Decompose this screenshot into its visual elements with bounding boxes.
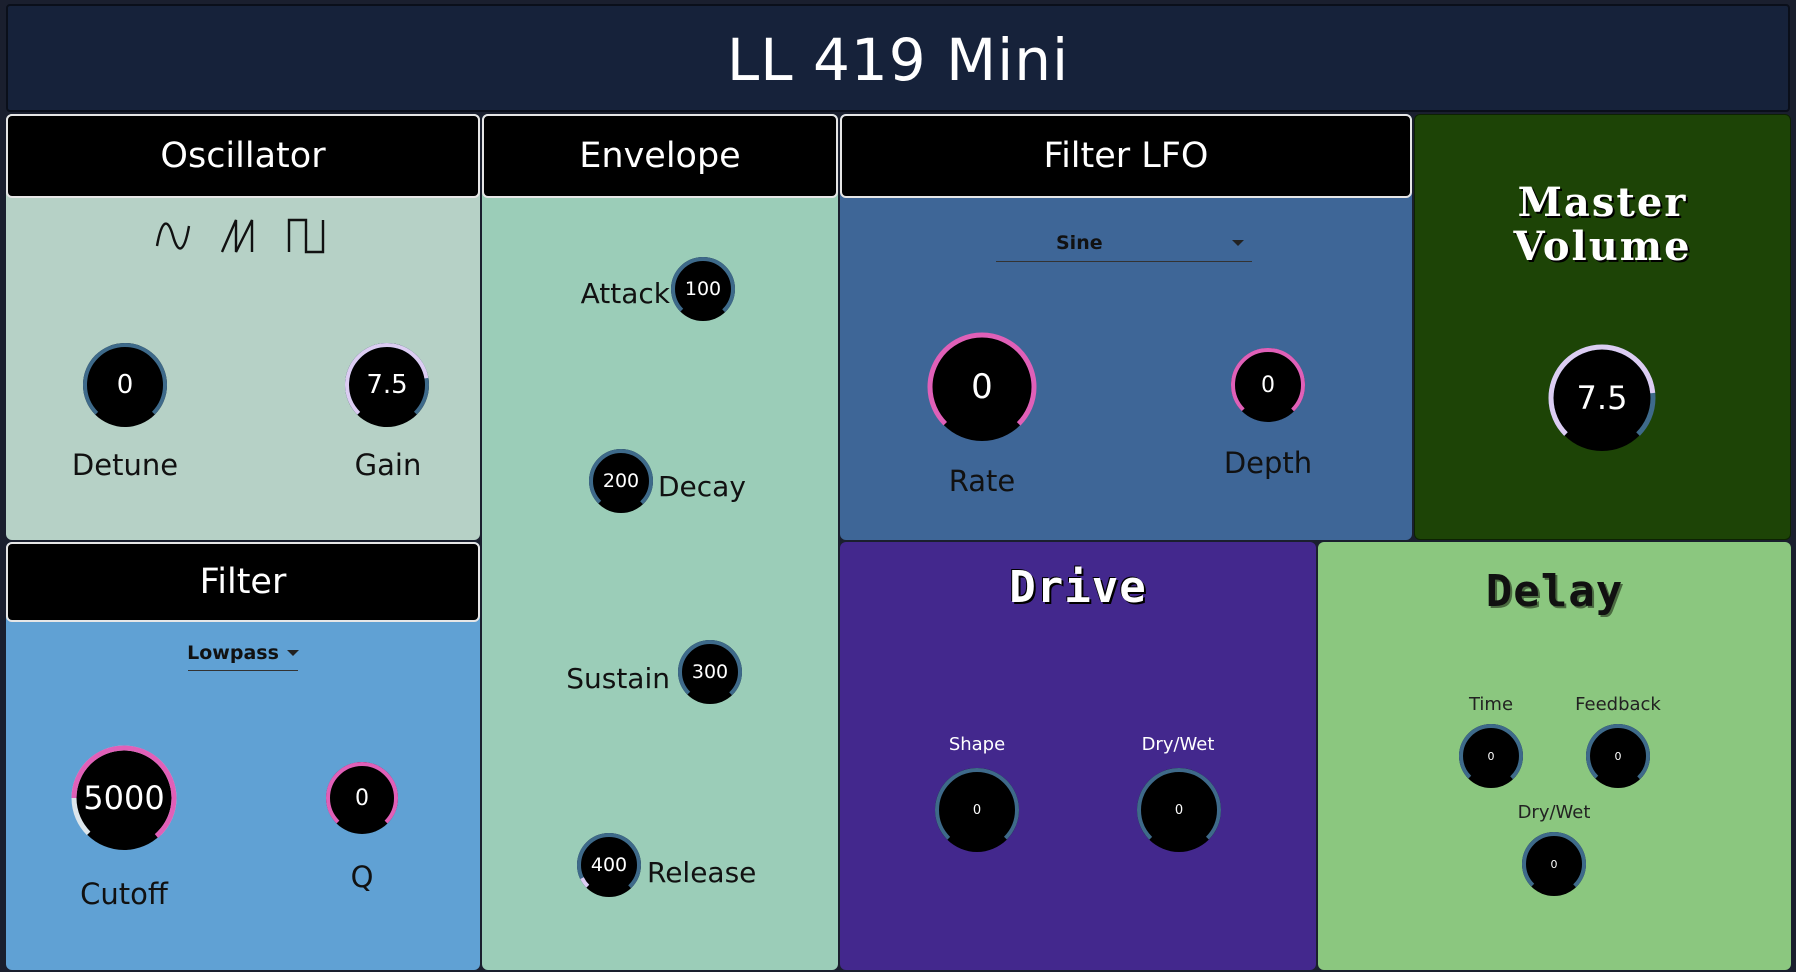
- detune-label: Detune: [71, 448, 179, 482]
- drive-title: Drive: [1009, 562, 1147, 613]
- delay-title: Delay: [1485, 566, 1624, 617]
- filter-lfo-header: Filter LFO: [840, 114, 1412, 198]
- delay-drywet-value: 0: [1550, 857, 1558, 871]
- chevron-down-icon: [1232, 239, 1244, 246]
- drive-shape-value: 0: [972, 802, 982, 818]
- drive-drywet-label: Dry/Wet: [1141, 734, 1215, 755]
- detune-value: 0: [116, 370, 134, 400]
- gain-knob[interactable]: 7.5: [345, 343, 429, 427]
- drive-drywet-knob[interactable]: 0: [1137, 768, 1221, 852]
- q-value: 0: [355, 785, 369, 811]
- delay-time-value: 0: [1487, 749, 1495, 763]
- lfo-waveform-select[interactable]: Sine: [996, 224, 1252, 262]
- release-knob[interactable]: 400: [577, 833, 641, 897]
- rate-knob[interactable]: 0: [927, 332, 1037, 442]
- decay-value: 200: [602, 470, 640, 492]
- release-label: Release: [647, 856, 757, 889]
- decay-label: Decay: [658, 470, 746, 503]
- decay-knob[interactable]: 200: [589, 449, 653, 513]
- depth-label: Depth: [1223, 446, 1313, 480]
- delay-drywet-label: Dry/Wet: [1517, 802, 1591, 823]
- sine-icon[interactable]: [154, 216, 192, 256]
- app-title: LL 419 Mini: [726, 26, 1070, 94]
- drive-shape-label: Shape: [948, 734, 1006, 755]
- rate-value: 0: [971, 367, 993, 407]
- chevron-down-icon: [286, 649, 299, 656]
- master-title-line2: Volume: [1513, 223, 1692, 270]
- envelope-title: Envelope: [579, 136, 741, 176]
- attack-knob[interactable]: 100: [671, 257, 735, 321]
- attack-label: Attack: [580, 277, 670, 310]
- cutoff-knob[interactable]: 5000: [71, 745, 177, 851]
- delay-feedback-knob[interactable]: 0: [1586, 724, 1650, 788]
- attack-value: 100: [684, 278, 722, 300]
- envelope-panel: [482, 114, 838, 970]
- gain-value: 7.5: [366, 370, 408, 400]
- square-icon[interactable]: [286, 216, 328, 256]
- envelope-header: Envelope: [482, 114, 838, 198]
- saw-icon[interactable]: [219, 216, 259, 256]
- filter-title: Filter: [199, 562, 287, 602]
- master-title: Master Volume: [1415, 181, 1790, 269]
- oscillator-title: Oscillator: [160, 136, 326, 176]
- gain-label: Gain: [354, 448, 422, 482]
- filter-type-value: Lowpass: [187, 641, 279, 664]
- master-volume-value: 7.5: [1576, 379, 1628, 417]
- depth-knob[interactable]: 0: [1231, 348, 1305, 422]
- master-title-line1: Master: [1517, 179, 1688, 226]
- delay-time-label: Time: [1468, 694, 1514, 715]
- oscillator-header: Oscillator: [6, 114, 480, 198]
- filter-lfo-title: Filter LFO: [1043, 136, 1209, 176]
- release-value: 400: [590, 854, 628, 876]
- depth-value: 0: [1261, 372, 1275, 398]
- sustain-value: 300: [691, 661, 729, 683]
- master-volume-knob[interactable]: 7.5: [1548, 344, 1656, 452]
- sustain-label: Sustain: [566, 662, 670, 695]
- delay-panel: Delay: [1318, 542, 1791, 970]
- rate-label: Rate: [948, 464, 1016, 498]
- drive-shape-knob[interactable]: 0: [935, 768, 1019, 852]
- detune-knob[interactable]: 0: [83, 343, 167, 427]
- cutoff-value: 5000: [83, 779, 165, 817]
- q-knob[interactable]: 0: [326, 762, 398, 834]
- delay-feedback-value: 0: [1614, 749, 1622, 763]
- q-label: Q: [350, 860, 374, 894]
- filter-header: Filter: [6, 542, 480, 622]
- master-volume-panel: Master Volume: [1414, 114, 1791, 540]
- drive-drywet-value: 0: [1174, 802, 1184, 818]
- delay-time-knob[interactable]: 0: [1459, 724, 1523, 788]
- delay-drywet-knob[interactable]: 0: [1522, 832, 1586, 896]
- delay-feedback-label: Feedback: [1575, 694, 1661, 715]
- title-bar: LL 419 Mini: [6, 4, 1790, 112]
- filter-type-select[interactable]: Lowpass: [187, 635, 299, 671]
- sustain-knob[interactable]: 300: [678, 640, 742, 704]
- drive-panel: Drive: [840, 542, 1316, 970]
- cutoff-label: Cutoff: [80, 877, 168, 911]
- lfo-waveform-value: Sine: [1056, 231, 1103, 254]
